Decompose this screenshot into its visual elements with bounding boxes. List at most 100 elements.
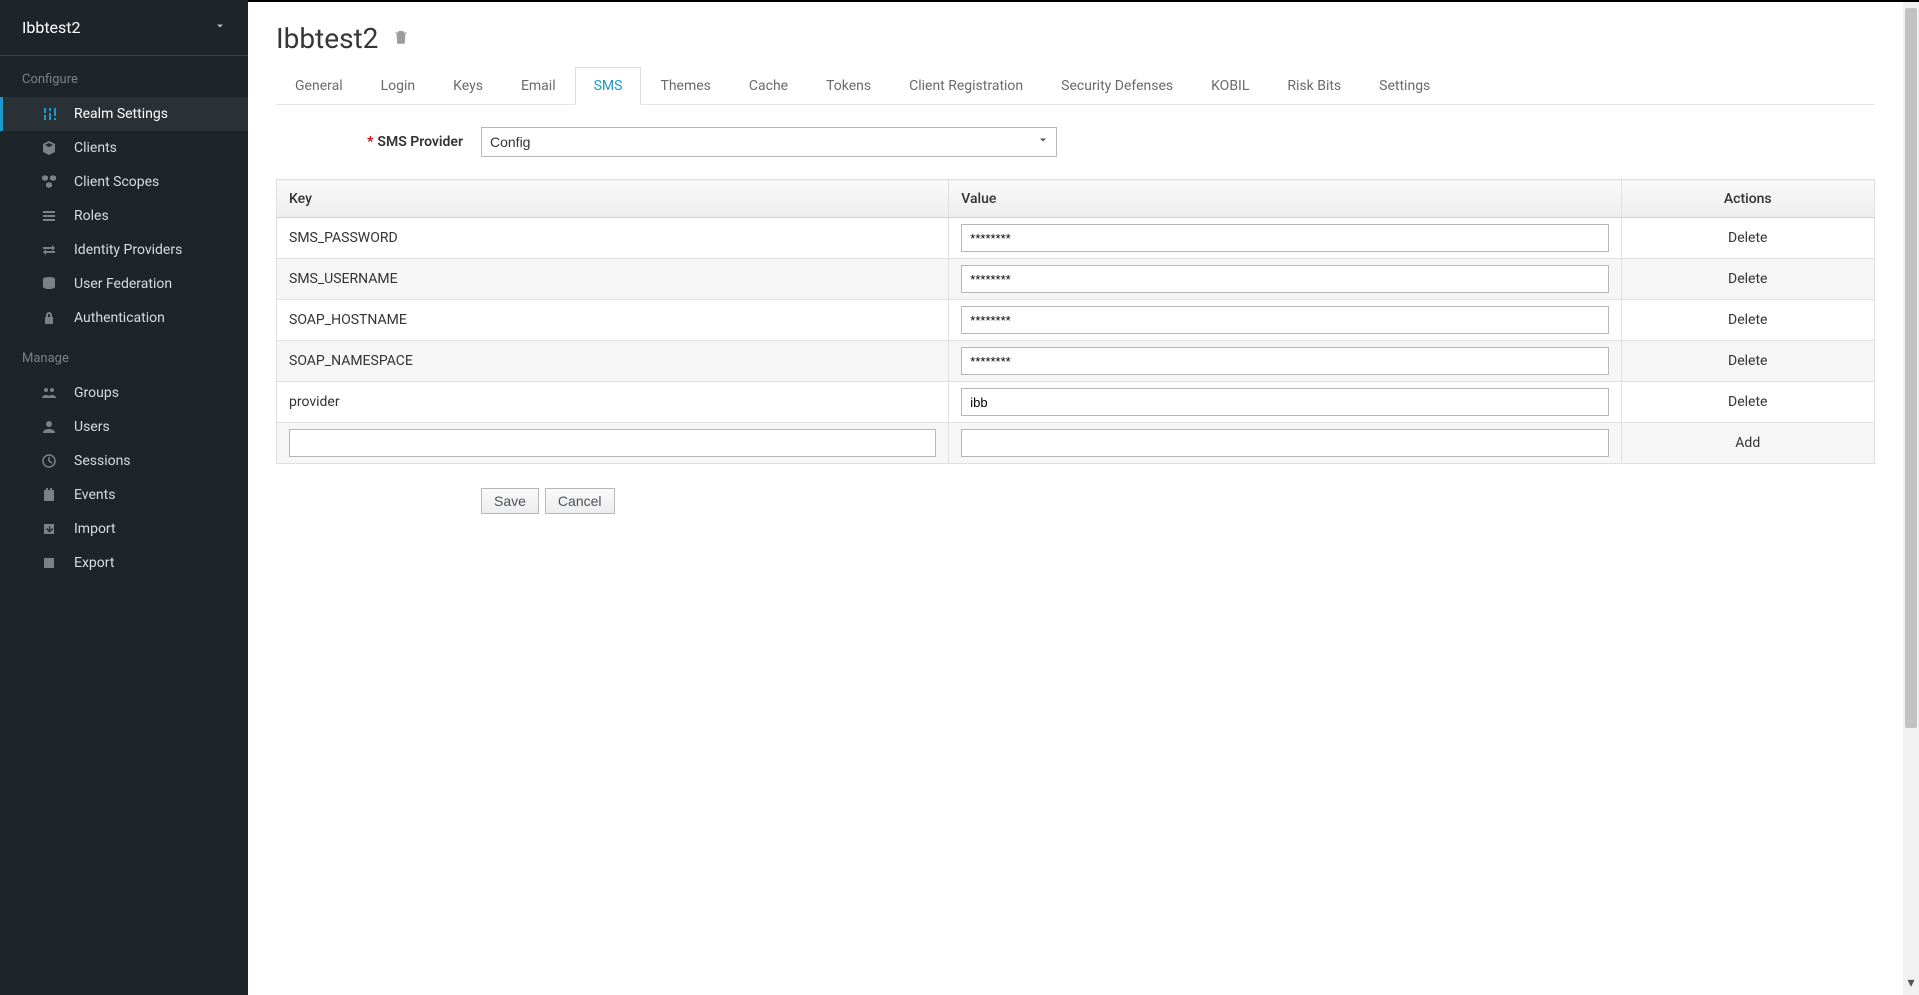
scrollbar-arrow-down[interactable]: ▾ [1903,975,1919,991]
calendar-icon [40,487,58,503]
realm-name: Ibbtest2 [22,18,81,37]
cell-value [949,259,1621,300]
cell-action: Delete [1621,300,1874,341]
sidebar-item-label: Roles [74,208,109,224]
cubes-icon [40,174,58,190]
sidebar-item-label: Realm Settings [74,106,168,122]
sidebar-item-clients[interactable]: Clients [0,131,248,165]
sms-provider-select[interactable]: Config [481,127,1057,157]
save-button[interactable]: Save [481,488,539,514]
user-icon [40,419,58,435]
tab-risk-bits[interactable]: Risk Bits [1268,67,1360,105]
cell-value [949,382,1621,423]
sliders-icon [40,106,58,122]
config-table: Key Value Actions SMS_PASSWORDDeleteSMS_… [276,179,1875,464]
sidebar-item-label: Identity Providers [74,242,182,258]
tabs: GeneralLoginKeysEmailSMSThemesCacheToken… [276,67,1875,105]
th-value: Value [949,180,1621,218]
delete-button[interactable]: Delete [1634,230,1862,246]
delete-button[interactable]: Delete [1634,271,1862,287]
table-row-new: Add [277,423,1875,464]
sidebar-item-roles[interactable]: Roles [0,199,248,233]
sidebar-item-user-federation[interactable]: User Federation [0,267,248,301]
cell-key: SOAP_NAMESPACE [277,341,949,382]
sidebar-nav-configure: Realm Settings ClientsClient Scopes Roles I… [0,97,248,335]
value-input[interactable] [961,347,1608,375]
clock-icon [40,453,58,469]
value-input[interactable] [961,306,1608,334]
value-input[interactable] [961,224,1608,252]
sidebar-section-configure: Configure [0,56,248,97]
sidebar-item-identity-providers[interactable]: Identity Providers [0,233,248,267]
table-row: provider Delete [277,382,1875,423]
delete-button[interactable]: Delete [1634,394,1862,410]
tab-client-registration[interactable]: Client Registration [890,67,1042,105]
cell-key: SMS_PASSWORD [277,218,949,259]
cell-key: SMS_USERNAME [277,259,949,300]
tab-sms[interactable]: SMS [575,67,642,105]
add-button[interactable]: Add [1634,435,1862,451]
tab-keys[interactable]: Keys [434,67,502,105]
lock-icon [40,310,58,326]
th-actions: Actions [1621,180,1874,218]
cell-key: SOAP_HOSTNAME [277,300,949,341]
trash-icon[interactable] [392,28,410,50]
sidebar-item-label: Import [74,521,116,537]
list-icon [40,208,58,224]
export-icon [40,555,58,571]
sidebar-item-sessions[interactable]: Sessions [0,444,248,478]
cell-action: Delete [1621,382,1874,423]
users-group-icon [40,385,58,401]
new-value-input[interactable] [961,429,1608,457]
cell-action: Delete [1621,218,1874,259]
sidebar-item-groups[interactable]: Groups [0,376,248,410]
tab-email[interactable]: Email [502,67,575,105]
sidebar-item-label: User Federation [74,276,172,292]
sidebar-item-users[interactable]: Users [0,410,248,444]
sidebar-item-label: Events [74,487,115,503]
sms-provider-select-wrap: Config [481,127,1057,157]
sidebar-item-import[interactable]: Import [0,512,248,546]
tab-security-defenses[interactable]: Security Defenses [1042,67,1192,105]
realm-selector[interactable]: Ibbtest2 [0,0,248,56]
sidebar-item-events[interactable]: Events [0,478,248,512]
cell-action: Delete [1621,341,1874,382]
tab-cache[interactable]: Cache [730,67,807,105]
value-input[interactable] [961,388,1608,416]
sms-provider-label: *SMS Provider [276,134,481,150]
cell-key: provider [277,382,949,423]
database-icon [40,276,58,292]
cancel-button[interactable]: Cancel [545,488,615,514]
tab-tokens[interactable]: Tokens [807,67,890,105]
main-content: Ibbtest2 GeneralLoginKeysEmailSMSThemesC… [248,0,1903,995]
cube-icon [40,140,58,156]
exchange-icon [40,242,58,258]
sidebar-item-client-scopes[interactable]: Client Scopes [0,165,248,199]
sidebar-item-label: Export [74,555,114,571]
sidebar-item-label: Groups [74,385,119,401]
value-input[interactable] [961,265,1608,293]
tab-settings[interactable]: Settings [1360,67,1449,105]
tab-login[interactable]: Login [362,67,435,105]
delete-button[interactable]: Delete [1634,312,1862,328]
sidebar-item-export[interactable]: Export [0,546,248,580]
sidebar-item-realm-settings[interactable]: Realm Settings [0,97,248,131]
tab-themes[interactable]: Themes [641,67,729,105]
sidebar-item-authentication[interactable]: Authentication [0,301,248,335]
scrollbar-thumb[interactable] [1905,8,1917,728]
cell-value [949,341,1621,382]
import-icon [40,521,58,537]
new-key-input[interactable] [289,429,936,457]
sidebar: Ibbtest2 Configure Realm Settings Clients… [0,0,248,995]
page-title: Ibbtest2 [276,22,378,55]
tab-general[interactable]: General [276,67,362,105]
sidebar-section-manage: Manage [0,335,248,376]
cell-value [949,218,1621,259]
sidebar-item-label: Authentication [74,310,165,326]
scrollbar-vertical[interactable]: ▾ [1903,0,1919,995]
delete-button[interactable]: Delete [1634,353,1862,369]
sms-provider-row: *SMS Provider Config [276,127,1875,157]
tab-kobil[interactable]: KOBIL [1192,67,1268,105]
cell-value [949,300,1621,341]
form-actions: Save Cancel [481,488,1875,514]
